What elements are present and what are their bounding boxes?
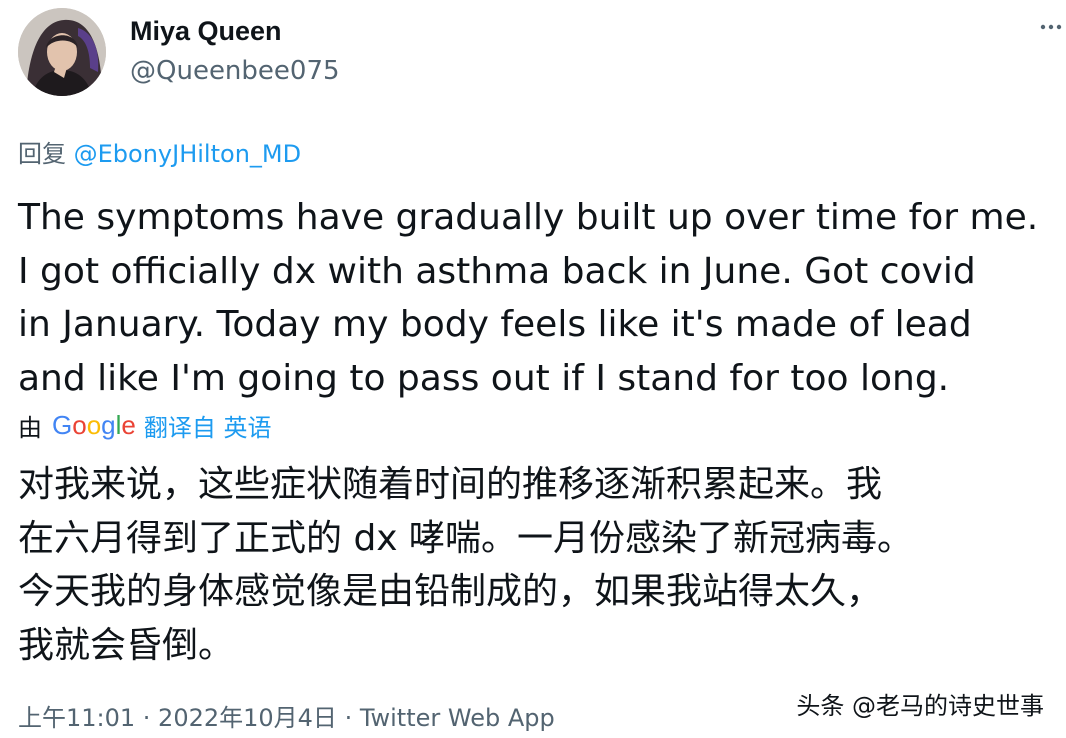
avatar[interactable] <box>18 8 106 96</box>
tweet-timestamp[interactable]: 上午11:01 · 2022年10月4日 · Twitter Web App <box>18 698 555 733</box>
tweet-text-line: in January. Today my body feels like it'… <box>18 304 972 345</box>
translated-text-line: 在六月得到了正式的 dx 哮喘。一月份感染了新冠病毒。 <box>18 517 914 559</box>
translation-attribution: 由 Google 翻译自 英语 <box>18 408 272 442</box>
tweet-text-line: The symptoms have gradually built up ove… <box>18 197 1039 238</box>
reply-prefix: 回复 <box>18 140 66 168</box>
tweet-card: Miya Queen @Queenbee075 回复 @EbonyJHilton… <box>0 0 1066 738</box>
reply-to-line: 回复 @EbonyJHilton_MD <box>18 134 301 169</box>
tweet-text-translated: 对我来说，这些症状随着时间的推移逐渐积累起来。我 在六月得到了正式的 dx 哮喘… <box>18 458 1066 672</box>
reply-mention-link[interactable]: @EbonyJHilton_MD <box>74 140 301 168</box>
translation-by-label: 由 <box>18 413 42 442</box>
translated-text-line: 我就会昏倒。 <box>18 624 235 666</box>
tweet-text-original: The symptoms have gradually built up ove… <box>18 191 1066 405</box>
user-handle[interactable]: @Queenbee075 <box>130 56 340 86</box>
translated-text-line: 今天我的身体感觉像是由铅制成的，如果我站得太久， <box>18 571 883 612</box>
display-name[interactable]: Miya Queen <box>130 16 282 47</box>
translate-link[interactable]: 翻译自 英语 <box>144 408 272 443</box>
avatar-image <box>18 8 106 96</box>
tweet-text-line: and like I'm going to pass out if I stan… <box>18 357 950 399</box>
google-logo: Google <box>52 409 136 440</box>
translated-text-line: 对我来说，这些症状随着时间的推移逐渐积累起来。我 <box>18 464 883 505</box>
watermark: 头条 @老马的诗史世事 <box>796 692 1044 720</box>
tweet-text-line: I got officially dx with asthma back in … <box>18 250 976 292</box>
more-horizontal-icon[interactable] <box>1040 22 1062 32</box>
